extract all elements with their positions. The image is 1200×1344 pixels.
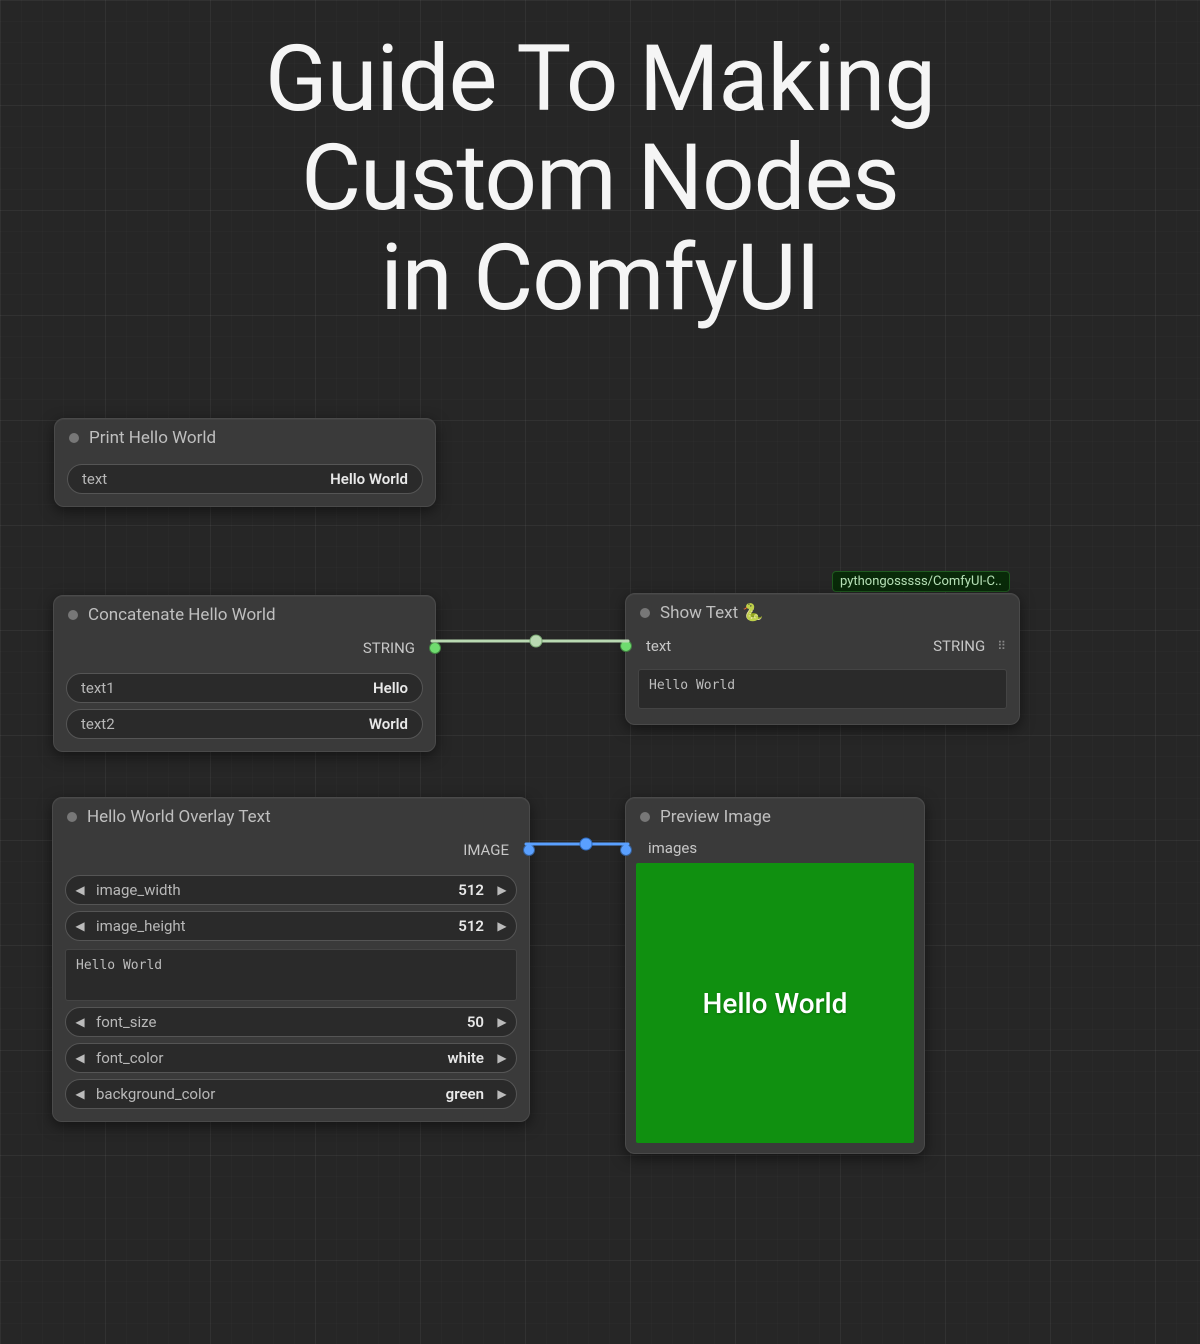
field-value: 512 [458,917,488,935]
node-title: Show Text 🐍 [660,603,764,623]
chevron-left-icon[interactable]: ◀ [66,883,94,897]
preview-canvas: Hello World [636,863,914,1143]
node-concatenate[interactable]: Concatenate Hello World STRING text1 Hel… [53,595,436,752]
background-color-field[interactable]: ◀ background_color green ▶ [65,1079,517,1109]
chevron-left-icon[interactable]: ◀ [66,1015,94,1029]
wire-midpoint-icon[interactable] [530,635,542,647]
chevron-left-icon[interactable]: ◀ [66,919,94,933]
chevron-left-icon[interactable]: ◀ [66,1087,94,1101]
output-port-row: IMAGE [65,837,517,869]
text2-field[interactable]: text2 World [66,709,423,739]
chevron-right-icon[interactable]: ▶ [488,1051,516,1065]
node-overlay-text[interactable]: Hello World Overlay Text IMAGE ◀ image_w… [52,797,530,1122]
node-source-badge: pythongosssss/ComfyUI-C.. [832,571,1010,592]
field-label: image_width [94,881,181,899]
output-port[interactable] [429,642,441,654]
node-header[interactable]: Concatenate Hello World [54,596,435,635]
node-preview-image[interactable]: Preview Image images Hello World [625,797,925,1154]
node-print-hello-world[interactable]: Print Hello World text Hello World [54,418,436,507]
node-collapse-dot-icon[interactable] [640,608,650,618]
input-port[interactable] [620,844,632,856]
field-label: text [82,470,107,488]
output-label: STRING [927,637,991,655]
output-label: IMAGE [457,841,515,859]
field-label: text2 [81,715,115,733]
field-value: Hello World [330,470,408,488]
chevron-right-icon[interactable]: ▶ [488,919,516,933]
field-value: 50 [467,1013,488,1031]
image-width-field[interactable]: ◀ image_width 512 ▶ [65,875,517,905]
title-line-1: Guide To Making [0,30,1200,129]
font-color-field[interactable]: ◀ font_color white ▶ [65,1043,517,1073]
text1-field[interactable]: text1 Hello [66,673,423,703]
font-size-field[interactable]: ◀ font_size 50 ▶ [65,1007,517,1037]
output-port-row: STRING [66,635,423,667]
image-height-field[interactable]: ◀ image_height 512 ▶ [65,911,517,941]
node-show-text[interactable]: Show Text 🐍 text STRING ⠿ Hello World [625,593,1020,725]
field-value: white [448,1049,488,1067]
node-header[interactable]: Print Hello World [55,419,435,458]
chevron-right-icon[interactable]: ▶ [488,1087,516,1101]
text-field[interactable]: text Hello World [67,464,423,494]
field-value: Hello [373,679,408,697]
page-title: Guide To Making Custom Nodes in ComfyUI [0,30,1200,328]
input-port[interactable] [620,640,632,652]
title-line-3: in ComfyUI [0,229,1200,328]
chevron-right-icon[interactable]: ▶ [488,1015,516,1029]
field-label: font_size [94,1013,156,1031]
field-label: font_color [94,1049,163,1067]
node-collapse-dot-icon[interactable] [67,812,77,822]
input-port-row: images [626,837,924,857]
chevron-left-icon[interactable]: ◀ [66,1051,94,1065]
grip-icon[interactable]: ⠿ [997,639,1005,653]
field-label: text1 [81,679,115,697]
input-label: images [642,839,703,857]
show-text-content: Hello World [638,669,1007,709]
preview-image-text: Hello World [703,987,848,1020]
title-line-2: Custom Nodes [0,129,1200,228]
output-port[interactable] [523,844,535,856]
node-header[interactable]: Hello World Overlay Text [53,798,529,837]
overlay-text-input[interactable]: Hello World [65,949,517,1001]
output-label: STRING [357,639,421,657]
wire-midpoint-icon[interactable] [580,838,592,850]
node-header[interactable]: Show Text 🐍 [626,594,1019,633]
node-title: Hello World Overlay Text [87,807,271,827]
field-value: 512 [458,881,488,899]
node-title: Preview Image [660,807,771,827]
node-title: Concatenate Hello World [88,605,276,625]
chevron-right-icon[interactable]: ▶ [488,883,516,897]
node-header[interactable]: Preview Image [626,798,924,837]
node-title: Print Hello World [89,428,216,448]
node-collapse-dot-icon[interactable] [69,433,79,443]
field-label: background_color [94,1085,215,1103]
field-value: World [369,715,408,733]
node-collapse-dot-icon[interactable] [68,610,78,620]
field-label: image_height [94,917,186,935]
node-collapse-dot-icon[interactable] [640,812,650,822]
field-value: green [446,1085,488,1103]
input-label: text [640,637,677,655]
